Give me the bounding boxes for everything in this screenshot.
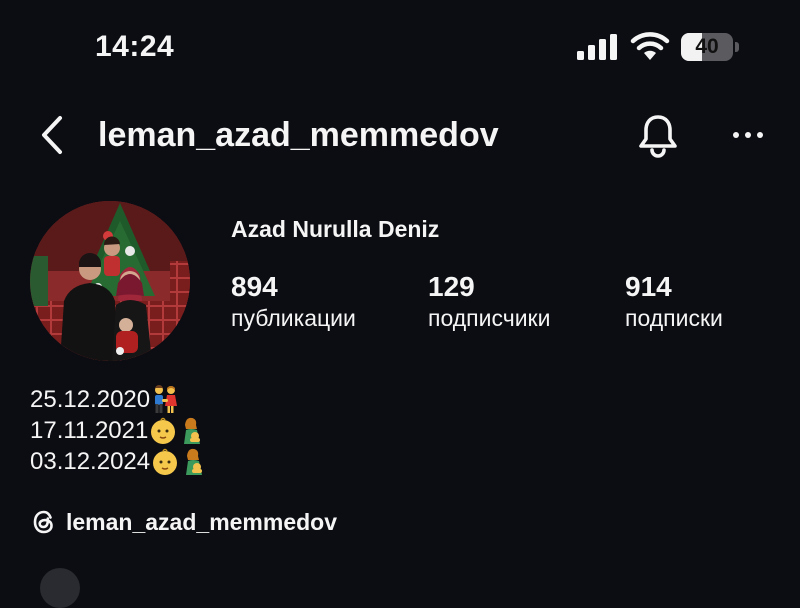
couple-holding-hands-emoji-icon — [155, 384, 178, 413]
battery-level-text: 40 — [695, 35, 719, 58]
status-bar: 14:24 40 — [0, 0, 800, 95]
bio-date: 25.12.2020 — [30, 386, 151, 413]
stat-following-label: подписки — [625, 305, 723, 331]
status-time: 14:24 — [95, 30, 175, 63]
bio-line: 03.12.2024 — [30, 446, 210, 477]
stat-posts-count: 894 — [231, 271, 278, 302]
profile-avatar[interactable] — [30, 201, 190, 361]
threads-profile-link[interactable]: leman_azad_memmedov — [30, 508, 337, 536]
profile-bio: 25.12.2020 17.11.2021 03.12.2024 — [30, 384, 210, 477]
baby-face-emoji-icon — [153, 448, 178, 475]
profile-username: leman_azad_memmedov — [98, 116, 499, 154]
breastfeeding-woman-emoji-icon — [186, 448, 203, 475]
bell-icon[interactable] — [636, 112, 680, 158]
breastfeeding-woman-emoji-icon — [184, 417, 201, 444]
back-chevron-icon[interactable] — [36, 112, 68, 158]
bio-date: 03.12.2024 — [30, 448, 151, 475]
stat-followers[interactable]: 129 подписчики — [428, 271, 550, 333]
battery-indicator: 40 — [681, 33, 741, 61]
avatar-photo — [30, 201, 190, 361]
stat-followers-label: подписчики — [428, 305, 551, 331]
stat-following[interactable]: 914 подписки — [625, 271, 723, 333]
stat-followers-count: 129 — [428, 271, 475, 302]
cellular-signal-icon — [577, 34, 617, 60]
bio-date: 17.11.2021 — [30, 417, 149, 444]
wifi-icon — [630, 32, 670, 60]
stat-following-count: 914 — [625, 271, 672, 302]
bio-line: 25.12.2020 — [30, 384, 210, 415]
threads-handle: leman_azad_memmedov — [66, 508, 338, 535]
stat-posts-label: публикации — [231, 305, 356, 331]
profile-display-name: Azad Nurulla Deniz — [231, 216, 440, 242]
story-highlight-avatar[interactable] — [40, 568, 80, 608]
threads-icon — [33, 510, 53, 534]
stat-posts[interactable]: 894 публикации — [231, 271, 356, 333]
bio-line: 17.11.2021 — [30, 415, 210, 446]
baby-face-emoji-icon — [151, 417, 176, 444]
more-horizontal-icon[interactable] — [730, 120, 766, 150]
